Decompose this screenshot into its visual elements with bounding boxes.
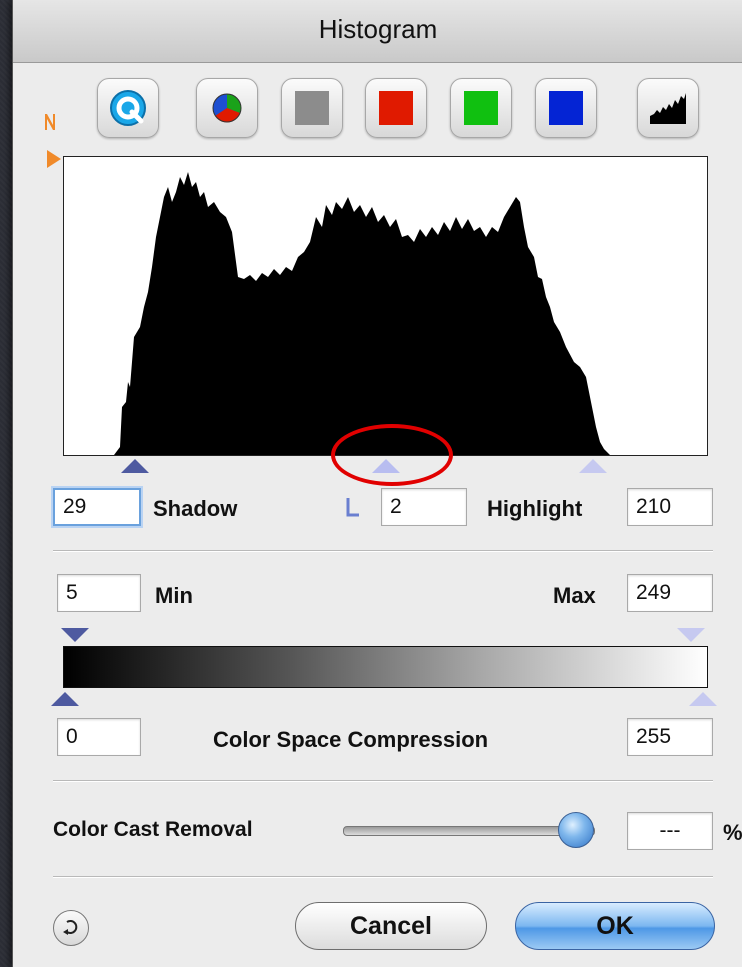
normal-mode-icon[interactable] [43,112,57,132]
blue-swatch-icon [549,91,583,125]
color-cast-label: Color Cast Removal [53,818,253,841]
highlight-input[interactable]: 210 [627,488,713,526]
percent-label: % [723,820,742,845]
separator [53,876,713,878]
title-bar[interactable]: Histogram [13,0,742,63]
compression-label: Color Space Compression [213,727,489,752]
min-output-handle[interactable] [61,628,89,642]
compression-low-input[interactable]: 0 [57,718,141,756]
gray-swatch-icon [295,91,329,125]
gray-channel-button[interactable] [281,78,343,138]
separator [53,550,713,552]
max-label: Max [553,583,596,608]
gamma-lock-icon[interactable] [345,496,361,518]
auto-icon [110,90,146,126]
histogram-mode-button[interactable] [637,78,699,138]
compression-high-input[interactable]: 255 [627,718,713,756]
shadow-label: Shadow [153,496,238,521]
auto-button[interactable] [97,78,159,138]
window-title: Histogram [318,14,438,44]
green-swatch-icon [464,91,498,125]
min-label: Min [155,583,193,608]
max-output-handle[interactable] [677,628,705,642]
compression-high-handle[interactable] [689,692,717,706]
undo-icon [63,920,78,935]
histogram-shape [64,172,707,455]
highlight-label: Highlight [487,496,583,521]
cancel-button[interactable]: Cancel [295,902,487,950]
highlight-input-handle[interactable] [579,459,607,473]
midpoint-input[interactable]: 2 [381,488,467,526]
pie-chart-icon [212,93,242,123]
gradient-bar [63,646,708,688]
histogram-plot [63,156,708,456]
orange-marker-icon[interactable] [47,150,61,168]
histogram-window: Histogram 29 Shadow 2 Highlight 210 5 Mi… [12,0,742,967]
color-cast-slider-knob[interactable] [558,812,594,848]
shadow-input-handle[interactable] [121,459,149,473]
histogram-mode-icon [650,93,686,124]
ok-button[interactable]: OK [515,902,715,950]
annotation-circle [331,424,453,486]
color-cast-input[interactable]: --- [627,812,713,850]
compression-low-handle[interactable] [51,692,79,706]
red-swatch-icon [379,91,413,125]
separator [53,780,713,782]
red-channel-button[interactable] [365,78,427,138]
blue-channel-button[interactable] [535,78,597,138]
green-channel-button[interactable] [450,78,512,138]
reset-button[interactable] [53,910,89,946]
color-balance-button[interactable] [196,78,258,138]
max-output-input[interactable]: 249 [627,574,713,612]
shadow-input[interactable]: 29 [53,488,141,526]
min-output-input[interactable]: 5 [57,574,141,612]
